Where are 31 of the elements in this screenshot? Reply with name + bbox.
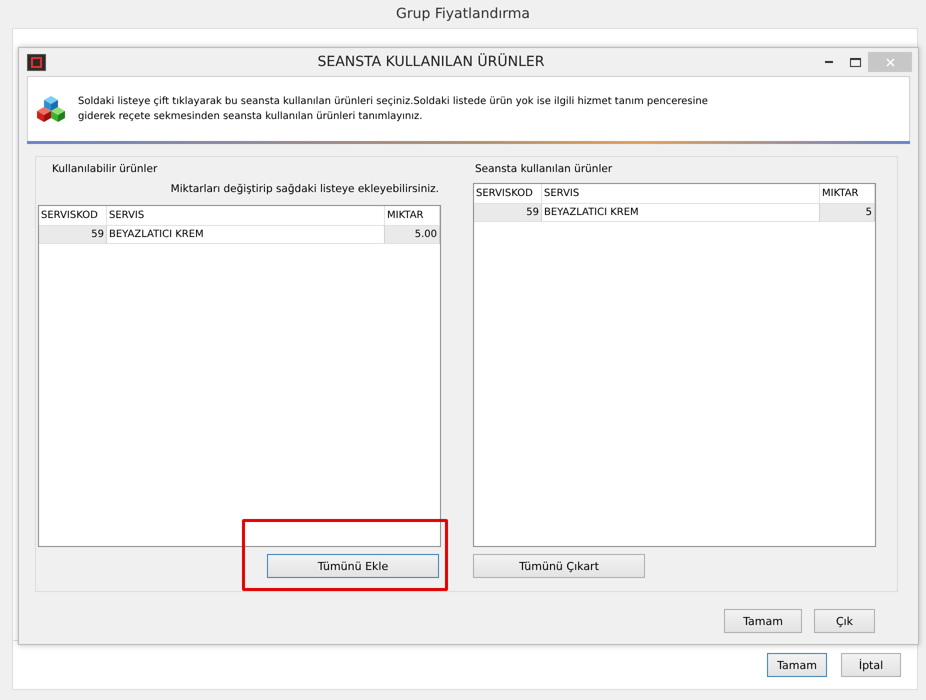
dialog-title: SEANSTA KULLANILAN ÜRÜNLER	[316, 54, 546, 70]
column-header[interactable]: MIKTAR	[820, 184, 875, 204]
table-cell: 59	[39, 226, 107, 244]
panel-title: Seansta kullanılan ürünler	[474, 162, 614, 177]
cubes-icon	[36, 95, 66, 123]
dialog-button[interactable]: Tamam	[724, 609, 802, 633]
window-button[interactable]: İptal	[841, 653, 901, 677]
panel-button[interactable]: Tümünü Ekle	[267, 554, 439, 578]
column-header[interactable]: SERVISKOD	[474, 184, 542, 204]
column-header[interactable]: SERVIS	[107, 206, 385, 226]
table-cell: 5.00	[385, 226, 440, 244]
maximize-icon	[850, 58, 860, 66]
panel-title: Kullanılabilir ürünler	[51, 162, 158, 177]
app-icon	[27, 54, 46, 70]
panel-button[interactable]: Tümünü Çıkart	[473, 554, 645, 578]
column-header[interactable]: SERVIS	[542, 184, 820, 204]
window-title: Grup Fiyatlandırma	[395, 5, 531, 24]
table-cell: 5	[820, 204, 875, 222]
column-header[interactable]: SERVISKOD	[39, 206, 107, 226]
column-header[interactable]: MIKTAR	[385, 206, 440, 226]
hint-text: Miktarları değiştirip sağdaki listeye ekleyebilirsiniz.	[170, 182, 440, 197]
table-cell: BEYAZLATICI KREM	[542, 204, 820, 222]
product-list[interactable]: SERVISKOD SERVIS MIKTAR 59 BEYAZLATICI KREM 5.00	[38, 205, 441, 547]
dialog-button[interactable]: Çık	[814, 609, 875, 633]
window-button[interactable]: Tamam	[767, 653, 827, 677]
table-cell: BEYAZLATICI KREM	[107, 226, 385, 244]
close-icon	[886, 58, 894, 66]
minimize-icon	[825, 61, 833, 63]
product-list[interactable]: SERVISKOD SERVIS MIKTAR 59 BEYAZLATICI KREM 5	[473, 183, 876, 547]
info-text: Soldaki listeye çift tıklayarak bu seansta kullanılan ürünleri seçiniz.Soldaki listede ürün yok ise ilgili hizmet tanım penceresine giderek reçete sekmesinden seansta kullanılan ürünleri tanımlayınız.	[78, 95, 708, 124]
table-cell: 59	[474, 204, 542, 222]
